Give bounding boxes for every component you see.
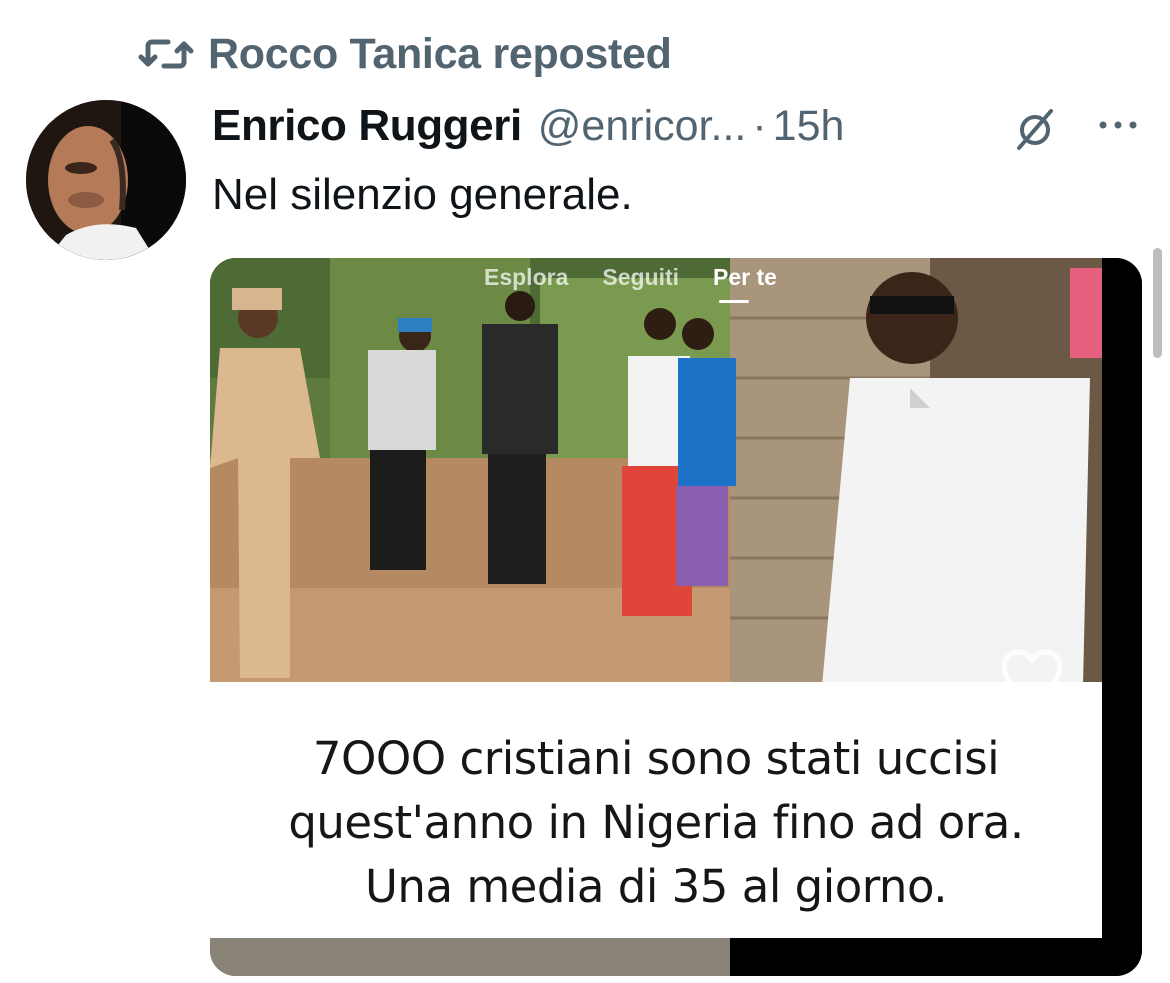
media-side-bar [1102,258,1142,976]
more-icon[interactable] [1096,110,1140,140]
tiktok-tab-bar: Esplora Seguiti Per te [484,264,777,303]
mute-icon[interactable] [1010,103,1060,153]
tweet-page: Rocco Tanica reposted Enrico Ruggeri @en… [0,0,1170,983]
tweet-header: Enrico Ruggeri @enricor... · 15h [212,96,844,156]
image-caption-box: 7OOO cristiani sono stati uccisi quest'a… [210,682,1102,938]
author-handle[interactable]: @enricor... [538,102,747,151]
caption-line: 7OOO cristiani sono stati uccisi [312,732,1000,785]
scrollbar[interactable] [1153,248,1162,358]
tweet-text: Nel silenzio generale. [212,170,633,219]
caption-line: quest'anno in Nigeria fino ad ora. [288,796,1024,849]
separator-dot: · [752,101,767,150]
caption-line: Una media di 35 al giorno. [365,860,948,913]
tweet-timestamp[interactable]: 15h [773,102,845,151]
tweet-media[interactable]: Esplora Seguiti Per te 7OOO cristiani so… [210,258,1142,976]
heart-icon [1001,649,1063,706]
author-display-name[interactable]: Enrico Ruggeri [212,101,522,151]
avatar-image [26,100,186,260]
tab-seguiti: Seguiti [602,264,680,290]
repost-icon [138,39,194,69]
tab-per-te: Per te [713,264,777,303]
repost-text: Rocco Tanica reposted [208,29,672,78]
avatar[interactable] [26,100,186,260]
repost-indicator[interactable]: Rocco Tanica reposted [138,26,672,82]
tab-esplora: Esplora [484,264,569,290]
